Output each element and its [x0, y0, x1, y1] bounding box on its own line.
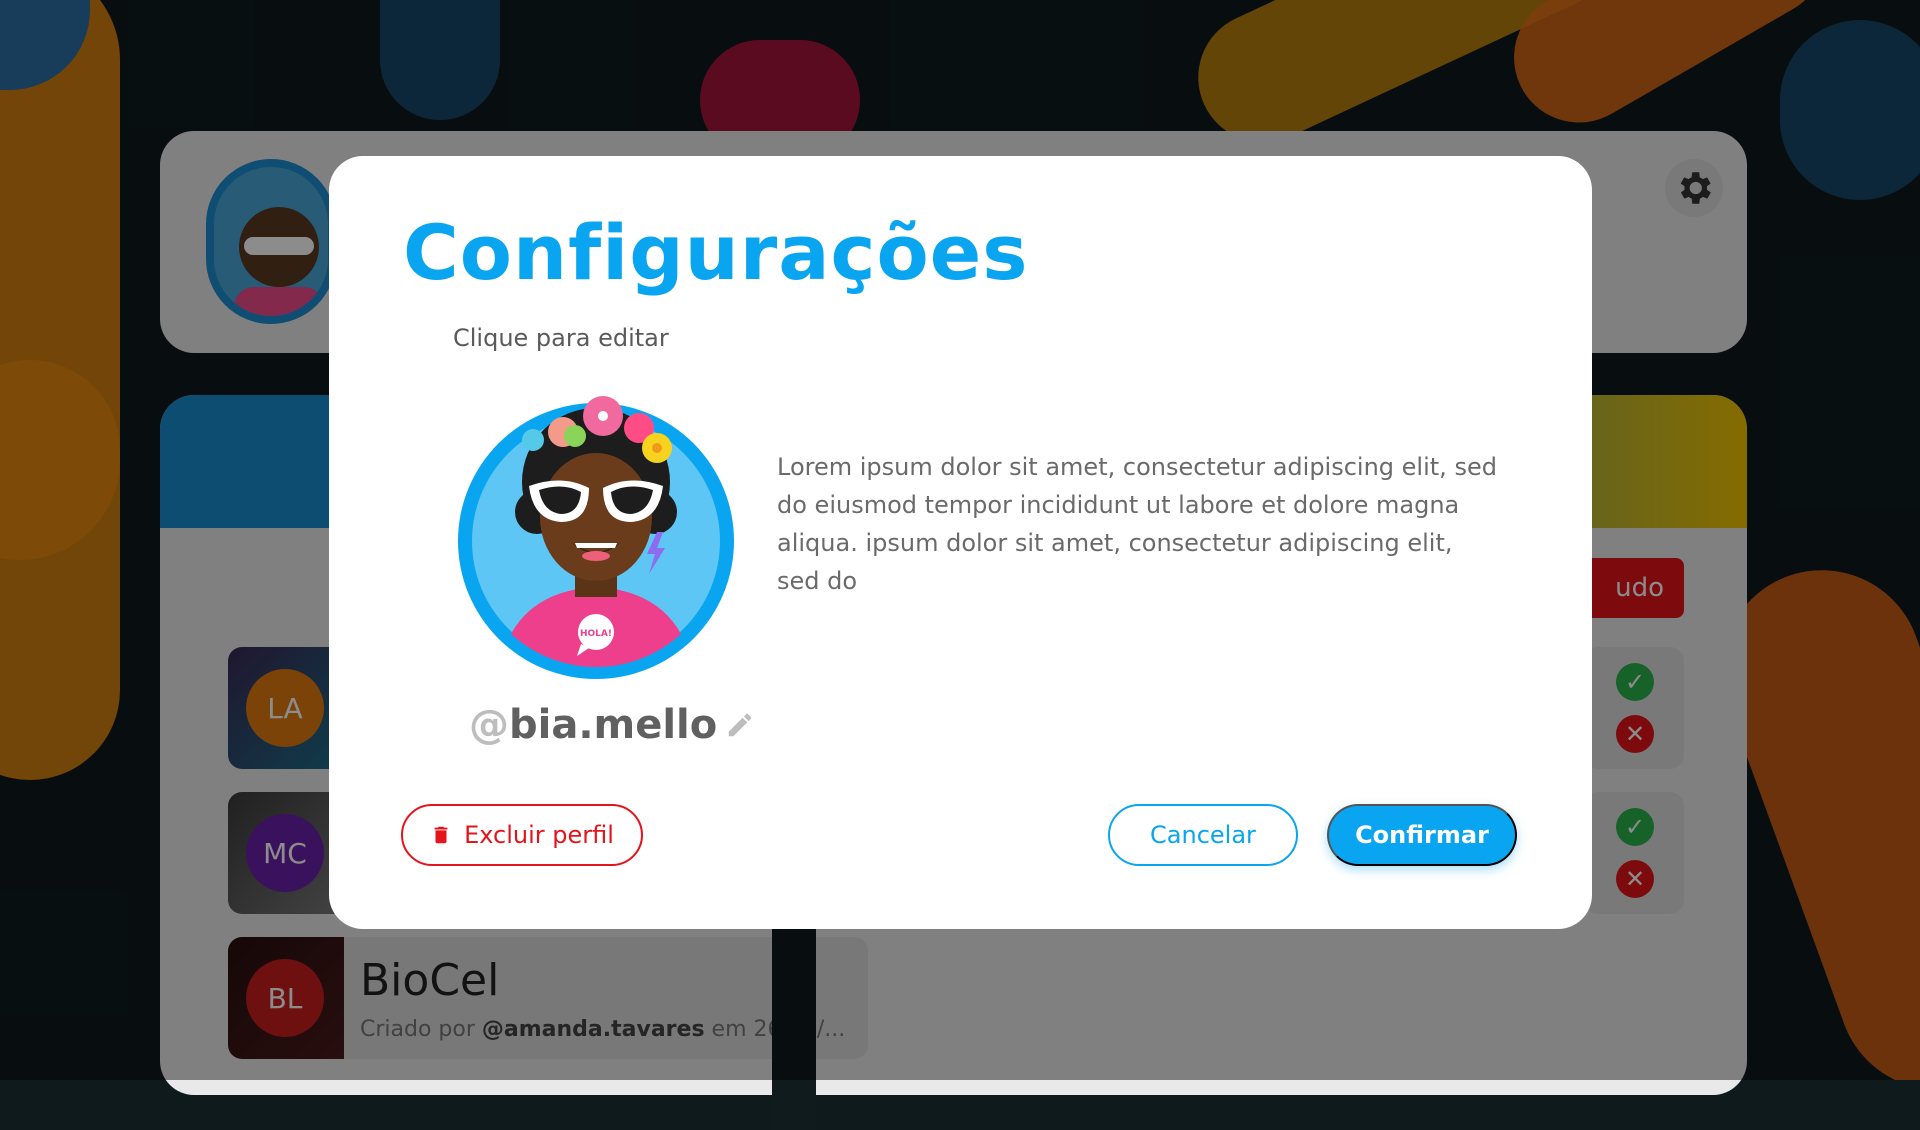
username-at: @ [469, 702, 509, 748]
trash-icon [434, 826, 448, 844]
delete-profile-label: Excluir perfil [464, 821, 614, 849]
delete-profile-button[interactable]: Excluir perfil [401, 804, 643, 866]
edit-hint: Clique para editar [453, 324, 669, 352]
confirm-label: Confirmar [1355, 821, 1489, 849]
speech-bubble-text: HOLA! [580, 629, 612, 639]
username-value: bia.mello [509, 702, 718, 748]
modal-title: Configurações [403, 208, 1029, 297]
profile-avatar[interactable]: HOLA! [457, 382, 735, 680]
confirm-button[interactable]: Confirmar [1327, 804, 1517, 866]
pencil-icon[interactable] [725, 710, 755, 740]
avatar-illustration: HOLA! [458, 396, 734, 679]
profile-bio[interactable]: Lorem ipsum dolor sit amet, consectetur … [777, 448, 1497, 600]
username-field[interactable]: @bia.mello [469, 702, 755, 748]
username-text: @bia.mello [469, 702, 717, 748]
cancel-label: Cancelar [1150, 821, 1256, 849]
cancel-button[interactable]: Cancelar [1108, 804, 1298, 866]
settings-modal: Configurações Clique para editar HOLA! @… [329, 156, 1592, 929]
